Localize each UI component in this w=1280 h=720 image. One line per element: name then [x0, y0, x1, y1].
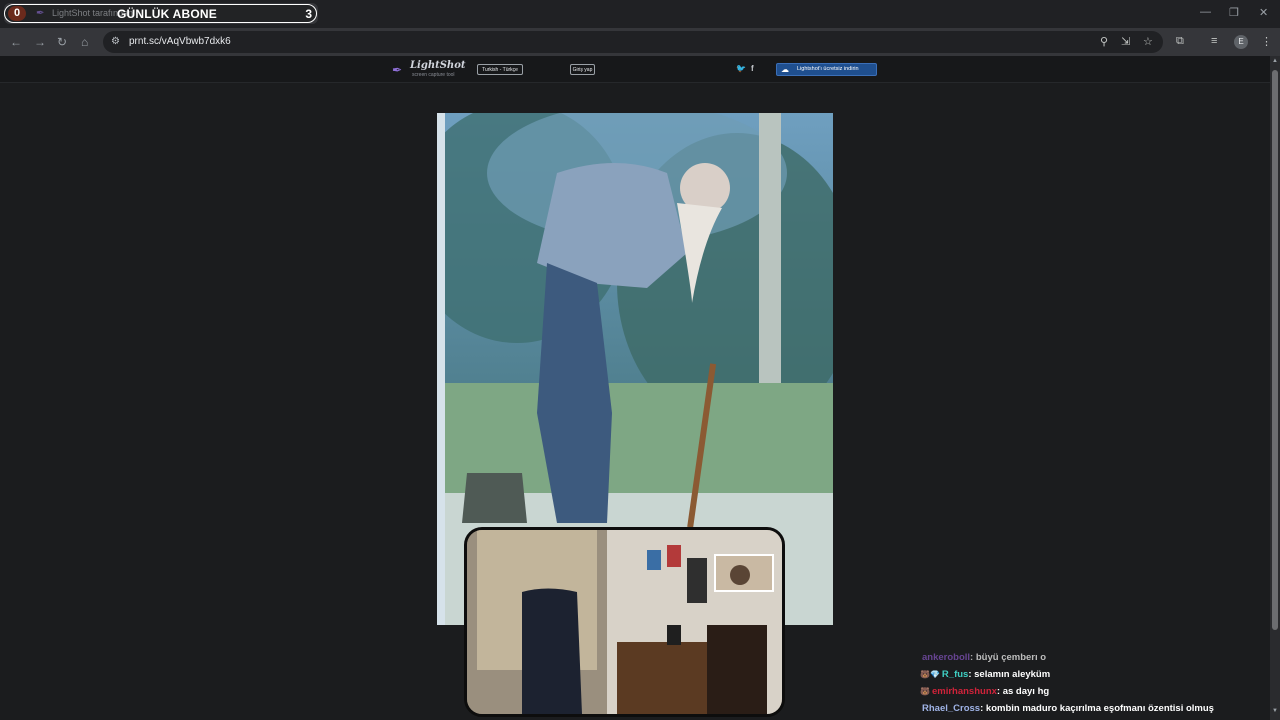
chat-text: selamın aleyküm: [974, 669, 1051, 680]
scroll-down-icon[interactable]: ▼: [1272, 708, 1278, 714]
restore-icon[interactable]: ❐: [1229, 6, 1239, 19]
cloud-download-icon: ☁: [781, 65, 789, 74]
download-button[interactable]: ☁ Lightshot'ı ücretsiz indirin: [776, 63, 877, 76]
logo-tagline: screen capture tool: [412, 72, 455, 78]
browser-toolbar: ← → ↻ ⌂ ⚙ prnt.sc/vAqVbwb7dxk6 ⚲ ⇲ ☆ ⧉ ≡…: [0, 28, 1280, 56]
chat-username: Rhael_Cross: [922, 703, 981, 714]
facebook-icon[interactable]: f: [751, 64, 754, 73]
media-controls-icon[interactable]: ≡: [1211, 35, 1217, 47]
feather-icon: ✒: [392, 63, 403, 77]
twitter-icon[interactable]: 🐦: [736, 64, 746, 73]
chat-badge: 🐻: [920, 687, 930, 696]
language-select[interactable]: Turkish - Türkçe: [477, 64, 523, 75]
profile-avatar[interactable]: E: [1234, 35, 1248, 49]
minimize-icon[interactable]: —: [1200, 6, 1211, 18]
lightshot-header: [0, 56, 1270, 83]
chat-username: ankeroboll: [922, 652, 971, 663]
close-icon[interactable]: ✕: [1259, 6, 1268, 19]
overlay-title: GÜNLÜK ABONE: [117, 7, 217, 21]
download-button-label: Lightshot'ı ücretsiz indirin: [797, 66, 859, 72]
overlay-right-count: 3: [305, 7, 312, 21]
chat-text: kombin maduro kaçırılma eşofmanı özentis…: [985, 703, 1214, 714]
home-icon[interactable]: ⌂: [81, 35, 88, 49]
lightshot-logo[interactable]: ✒ LightShot screen capture tool: [392, 60, 466, 80]
url-text[interactable]: prnt.sc/vAqVbwb7dxk6: [129, 36, 231, 47]
chat-text: büyü çemberı o: [975, 652, 1047, 663]
scrollbar-thumb[interactable]: [1272, 70, 1278, 630]
install-app-icon[interactable]: ⇲: [1121, 35, 1130, 48]
chat-badge: 🐻💎: [920, 670, 940, 679]
chat-username: R_fus: [941, 669, 969, 680]
reload-icon[interactable]: ↻: [57, 35, 67, 49]
chat-message: ankeroboll: büyü çemberı o: [922, 652, 1047, 663]
chat-username: emirhanshunx: [931, 686, 997, 697]
logo-text: LightShot: [410, 60, 466, 71]
chat-text: as dayı hg: [1002, 686, 1050, 697]
menu-icon[interactable]: ⋮: [1261, 35, 1272, 48]
bookmark-star-icon[interactable]: ☆: [1143, 35, 1153, 48]
overlay-left-count: 0: [8, 6, 26, 21]
extensions-icon[interactable]: ⧉: [1176, 35, 1184, 48]
zoom-icon[interactable]: ⚲: [1100, 35, 1108, 48]
site-info-icon[interactable]: ⚙: [111, 36, 120, 47]
scroll-up-icon[interactable]: ▲: [1272, 58, 1278, 64]
webcam-room-graphic: [467, 530, 782, 714]
back-icon[interactable]: ←: [10, 35, 22, 49]
address-bar[interactable]: ⚙ prnt.sc/vAqVbwb7dxk6 ⚲ ⇲ ☆: [103, 31, 1163, 53]
chat-message: 🐻💎 R_fus: selamın aleyküm: [920, 669, 1051, 680]
webcam-overlay: [464, 527, 785, 717]
page-scrollbar[interactable]: ▲ ▼: [1270, 56, 1280, 720]
chat-message: 🐻 emirhanshunx: as dayı hg: [920, 686, 1050, 697]
subscriber-goal-overlay: 0 GÜNLÜK ABONE 3: [4, 4, 317, 23]
login-button[interactable]: Giriş yap: [570, 64, 595, 75]
chat-message: Rhael_Cross: kombin maduro kaçırılma eşo…: [922, 703, 1214, 714]
forward-icon[interactable]: →: [34, 35, 46, 49]
